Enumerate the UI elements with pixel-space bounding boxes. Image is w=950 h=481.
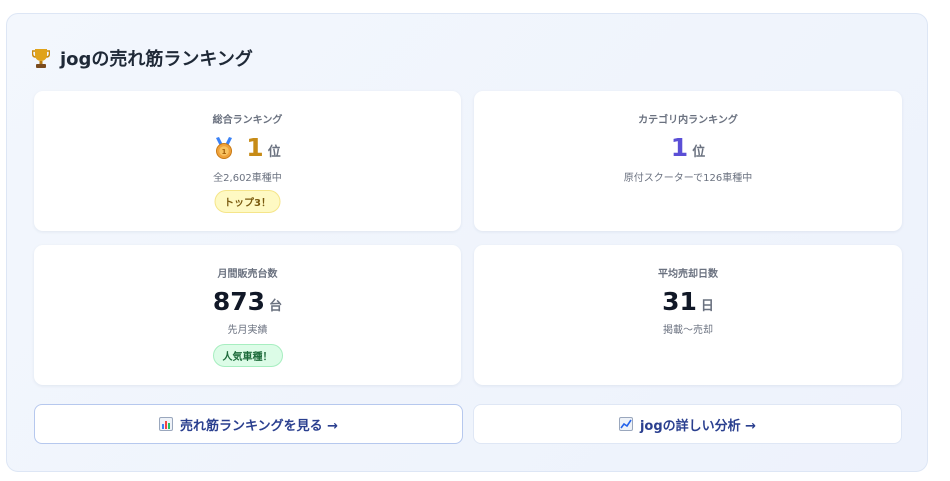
average-days-value-row: 31 日: [474, 287, 902, 316]
bar-chart-icon: [158, 417, 173, 431]
medal-icon: 1: [214, 136, 234, 159]
section-title: jogの売れ筋ランキング: [60, 49, 253, 70]
category-ranking-label: カテゴリ内ランキング: [638, 115, 738, 126]
category-ranking-card: カテゴリ内ランキング 1 位 原付スクーターで126車種中: [474, 91, 902, 231]
monthly-sales-value-row: 873 台: [34, 287, 461, 316]
view-ranking-label: 売れ筋ランキングを見る →: [179, 418, 339, 434]
average-days-sub: 掲載〜売却: [663, 325, 713, 336]
overall-ranking-value-row: 1 1 位: [34, 133, 461, 162]
category-ranking-value-row: 1 位: [474, 133, 902, 162]
overall-rank-value: 1: [246, 133, 264, 162]
svg-text:1: 1: [222, 148, 227, 156]
view-ranking-button[interactable]: 売れ筋ランキングを見る →: [34, 404, 463, 444]
overall-ranking-sub: 全2,602車種中: [213, 173, 282, 184]
monthly-sales-value: 873: [212, 287, 266, 316]
trophy-icon: [31, 47, 51, 69]
category-rank-value: 1: [670, 133, 689, 162]
popular-badge: 人気車種！: [212, 344, 283, 367]
monthly-sales-label: 月間販売台数: [217, 269, 278, 280]
section-heading: jogの売れ筋ランキング: [31, 44, 253, 72]
detailed-analysis-button[interactable]: jogの詳しい分析 →: [473, 404, 902, 444]
overall-ranking-label: 総合ランキング: [212, 115, 283, 126]
average-days-value: 31: [662, 287, 697, 316]
line-chart-icon: [618, 417, 633, 431]
monthly-sales-unit: 台: [269, 299, 283, 314]
overall-ranking-card: 総合ランキング 1 1 位 全2,602車種中 トップ3！: [34, 91, 461, 231]
monthly-sales-card: 月間販売台数 873 台 先月実績 人気車種！: [34, 245, 461, 385]
detailed-analysis-label: jogの詳しい分析 →: [639, 418, 757, 434]
top3-badge: トップ3！: [214, 190, 281, 213]
monthly-sales-sub: 先月実績: [227, 325, 268, 336]
average-days-card: 平均売却日数 31 日 掲載〜売却: [474, 245, 902, 385]
overall-rank-unit: 位: [267, 145, 281, 160]
category-rank-unit: 位: [692, 145, 706, 160]
category-ranking-sub: 原付スクーターで126車種中: [623, 173, 753, 184]
average-days-unit: 日: [700, 299, 714, 314]
average-days-label: 平均売却日数: [658, 269, 718, 280]
